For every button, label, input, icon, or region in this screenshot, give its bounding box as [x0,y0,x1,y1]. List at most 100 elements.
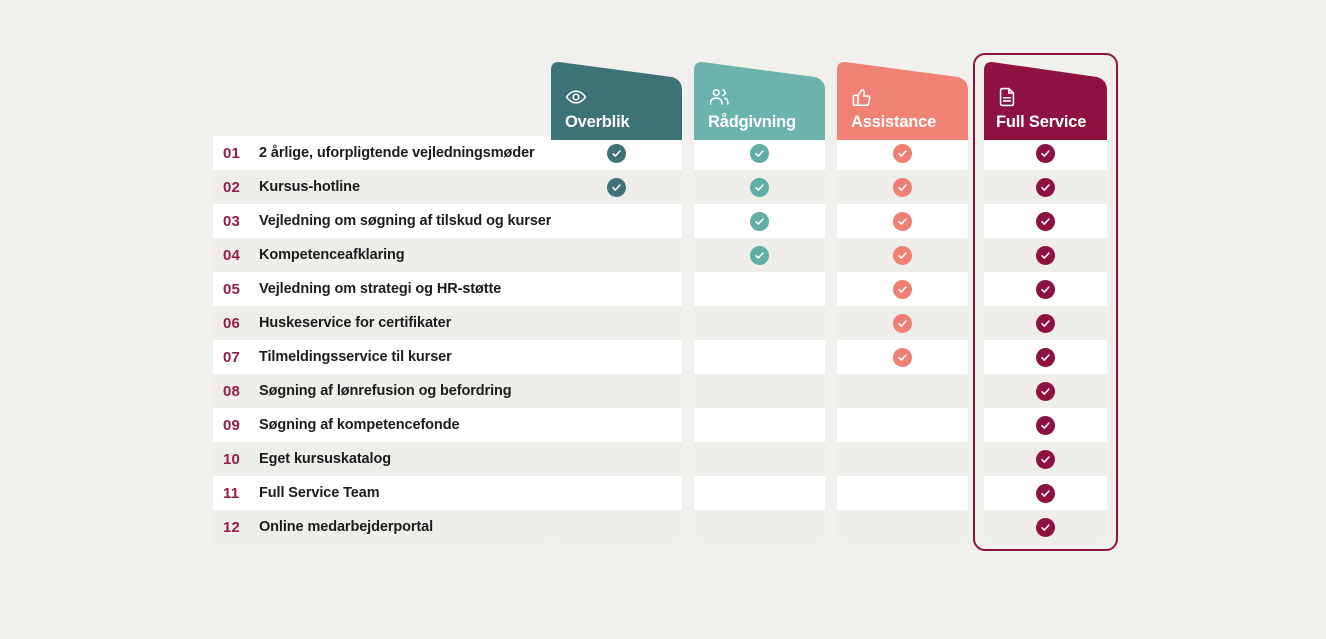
table-row: 12 Online medarbejderportal [213,510,551,544]
table-row: 01 2 årlige, uforpligtende vejledningsmød… [213,136,551,170]
table-row: 07 Tilmeldingsservice til kurser [213,340,551,374]
row-number: 08 [223,382,241,400]
check-icon [1036,245,1055,265]
header-content: Overblik [565,86,676,132]
feature-included-cell [984,408,1107,442]
feature-included-cell [984,306,1107,340]
feature-included-cell [694,136,825,170]
check-icon [750,245,769,265]
feature-excluded-cell [694,442,825,476]
check-icon [1036,415,1055,435]
feature-included-cell [837,204,968,238]
feature-excluded-cell [837,374,968,408]
feature-excluded-cell [551,306,682,340]
check-icon [893,177,912,197]
feature-excluded-cell [551,340,682,374]
row-label: Søgning af kompetencefonde [259,417,460,433]
feature-excluded-cell [694,340,825,374]
feature-included-cell [984,374,1107,408]
plan-title: Overblik [565,113,630,131]
table-row: 09 Søgning af kompetencefonde [213,408,551,442]
feature-included-cell [984,510,1107,544]
feature-included-cell [837,136,968,170]
feature-excluded-cell [694,374,825,408]
row-label: Full Service Team [259,485,380,501]
feature-excluded-cell [694,272,825,306]
row-label: Eget kursuskatalog [259,451,391,467]
feature-included-cell [984,340,1107,374]
feature-included-cell [984,238,1107,272]
plan-check-list [837,136,968,544]
plan-column-header[interactable]: Full Service [980,60,1111,140]
row-label: Vejledning om søgning af tilskud og kurs… [259,213,552,229]
header-content: Rådgivning [708,86,819,132]
row-number: 06 [223,314,241,332]
feature-excluded-cell [694,408,825,442]
check-icon [1036,381,1055,401]
row-number: 09 [223,416,241,434]
feature-included-cell [984,170,1107,204]
plan-check-list [551,136,682,544]
feature-excluded-cell [694,306,825,340]
feature-included-cell [837,238,968,272]
feature-excluded-cell [551,204,682,238]
feature-included-cell [551,136,682,170]
feature-included-cell [837,272,968,306]
row-number: 04 [223,246,241,264]
feature-excluded-cell [837,408,968,442]
row-number: 03 [223,212,241,230]
feature-excluded-cell [551,408,682,442]
table-row: 08 Søgning af lønrefusion og befordring [213,374,551,408]
check-icon [893,245,912,265]
plan-check-list [694,136,825,544]
document-icon [996,86,1018,108]
feature-excluded-cell [551,510,682,544]
table-row: 06 Huskeservice for certifikater [213,306,551,340]
feature-excluded-cell [551,374,682,408]
plan-column-header[interactable]: Overblik [551,60,682,140]
feature-excluded-cell [551,238,682,272]
row-number: 11 [223,484,240,502]
feature-excluded-cell [551,272,682,306]
check-icon [1036,347,1055,367]
feature-included-cell [984,442,1107,476]
feature-included-cell [694,170,825,204]
plan-column-header[interactable]: Rådgivning [694,60,825,140]
table-row: 11 Full Service Team [213,476,551,510]
check-icon [893,313,912,333]
check-icon [1036,211,1055,231]
header-content: Full Service [996,86,1105,132]
check-icon [1036,279,1055,299]
plan-title: Full Service [996,113,1087,131]
check-icon [893,143,912,163]
row-label: Søgning af lønrefusion og befordring [259,383,512,399]
row-number: 07 [223,348,241,366]
check-icon [893,211,912,231]
check-icon [750,211,769,231]
row-label: Huskeservice for certifikater [259,315,452,331]
row-label: 2 årlige, uforpligtende vejledningsmøder [259,145,535,161]
feature-included-cell [694,204,825,238]
feature-excluded-cell [551,476,682,510]
feature-included-cell [551,170,682,204]
plan-column-header[interactable]: Assistance [837,60,968,140]
feature-included-cell [984,204,1107,238]
feature-included-cell [984,272,1107,306]
feature-excluded-cell [837,476,968,510]
feature-excluded-cell [837,510,968,544]
check-icon [1036,483,1055,503]
check-icon [607,177,626,197]
row-label: Online medarbejderportal [259,519,434,535]
row-label: Kursus-hotline [259,179,360,195]
people-icon [708,86,730,108]
check-icon [750,143,769,163]
check-icon [893,279,912,299]
feature-excluded-cell [551,442,682,476]
feature-included-cell [837,306,968,340]
row-number: 01 [223,144,241,162]
feature-included-cell [837,340,968,374]
thumbs-up-icon [851,86,873,108]
row-number: 02 [223,178,241,196]
row-number: 05 [223,280,241,298]
check-icon [893,347,912,367]
